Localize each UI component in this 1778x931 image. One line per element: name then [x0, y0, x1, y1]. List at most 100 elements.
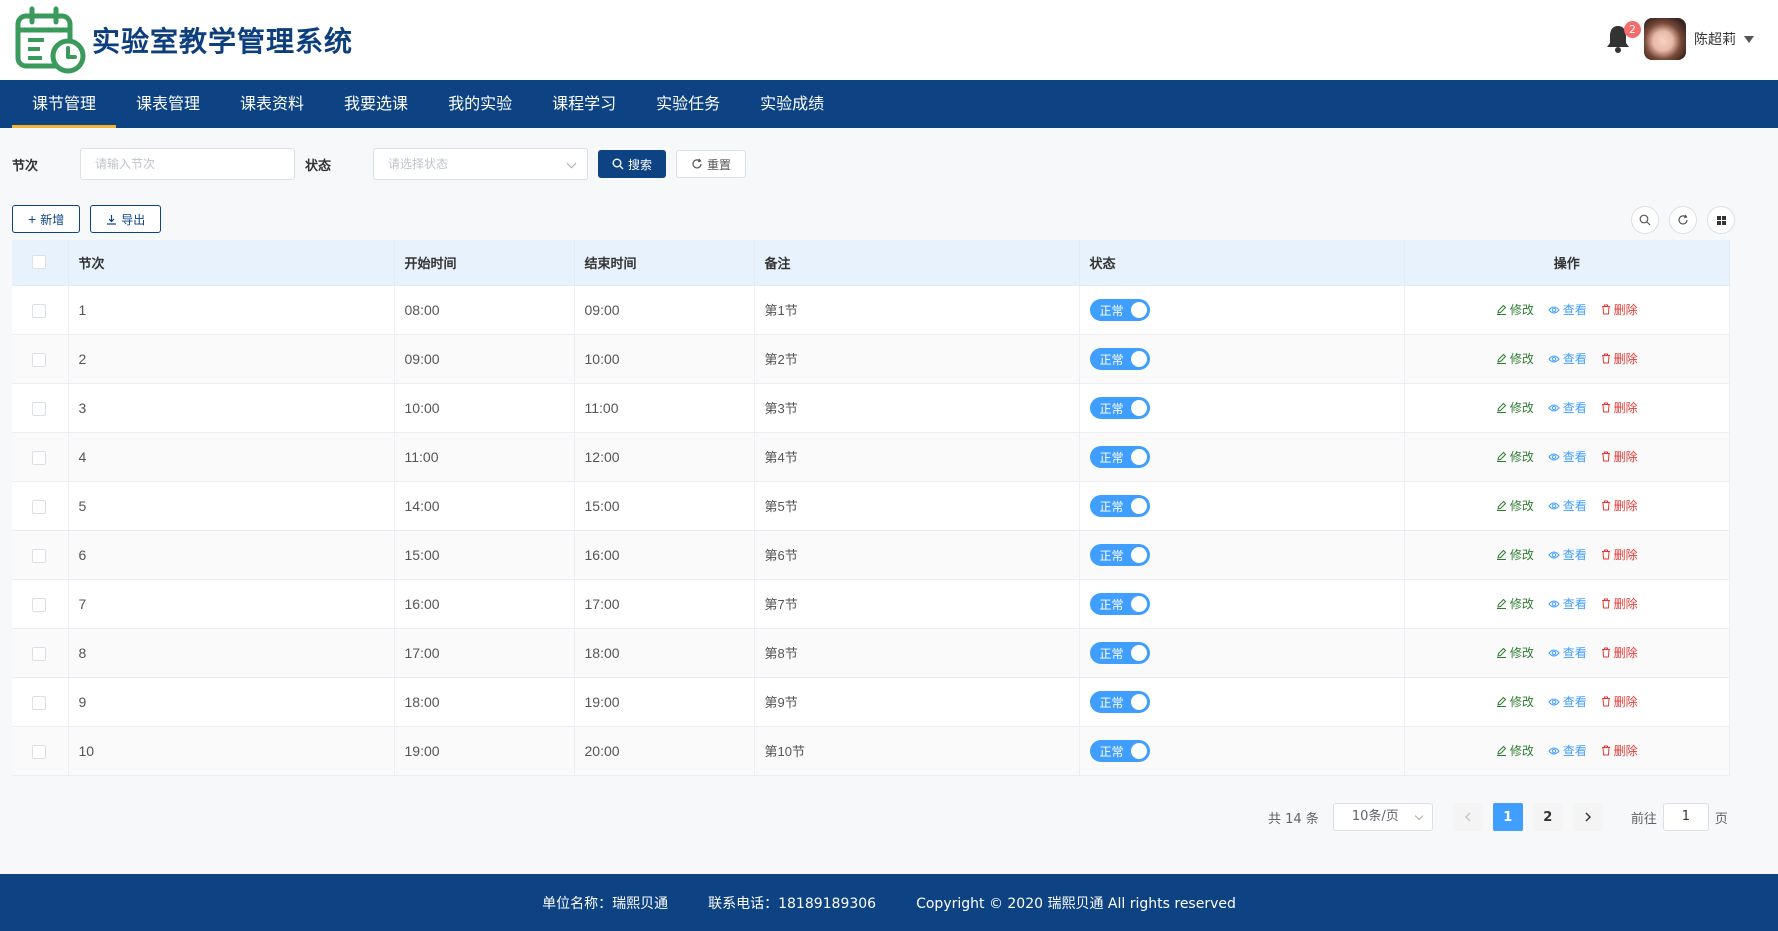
status-toggle[interactable]: 正常 — [1089, 396, 1150, 419]
main-nav: 课节管理 课表管理 课表资料 我要选课 我的实验 课程学习 实验任务 实验成绩 — [0, 80, 1778, 128]
cell-end: 12:00 — [574, 432, 755, 482]
edit-button[interactable]: 修改 — [1496, 546, 1534, 563]
toggle-knob — [1130, 350, 1147, 367]
status-toggle[interactable]: 正常 — [1089, 641, 1150, 664]
row-checkbox[interactable] — [32, 352, 46, 367]
edit-button[interactable]: 修改 — [1496, 742, 1534, 759]
status-toggle[interactable]: 正常 — [1089, 739, 1150, 762]
notification-badge: 2 — [1624, 21, 1641, 38]
notification-button[interactable]: 2 — [1604, 21, 1641, 55]
delete-button[interactable]: 删除 — [1601, 644, 1638, 661]
view-label: 查看 — [1562, 744, 1587, 759]
nav-item-schedule-management[interactable]: 课表管理 — [116, 80, 220, 128]
status-toggle[interactable]: 正常 — [1089, 690, 1150, 713]
row-checkbox[interactable] — [32, 597, 46, 612]
trash-icon — [1601, 500, 1610, 511]
status-toggle[interactable]: 正常 — [1089, 298, 1150, 321]
cell-status: 正常 — [1079, 726, 1405, 776]
cell-section: 7 — [68, 579, 395, 629]
row-checkbox[interactable] — [32, 401, 46, 416]
status-toggle[interactable]: 正常 — [1089, 347, 1150, 370]
row-checkbox[interactable] — [32, 695, 46, 710]
row-checkbox[interactable] — [32, 744, 46, 759]
delete-button[interactable]: 删除 — [1601, 350, 1638, 367]
avatar[interactable] — [1644, 18, 1686, 60]
add-button[interactable]: + 新增 — [12, 205, 81, 233]
nav-item-section-management[interactable]: 课节管理 — [12, 80, 117, 128]
status-toggle[interactable]: 正常 — [1089, 592, 1150, 615]
export-button[interactable]: 导出 — [90, 205, 162, 233]
delete-button[interactable]: 删除 — [1601, 693, 1638, 710]
status-toggle-label: 正常 — [1099, 597, 1124, 612]
section-input[interactable]: 请输入节次 — [80, 148, 295, 180]
view-button[interactable]: 查看 — [1548, 546, 1587, 563]
prev-page-button[interactable] — [1452, 803, 1483, 831]
nav-item-experiment-scores[interactable]: 实验成绩 — [740, 80, 844, 128]
status-toggle[interactable]: 正常 — [1089, 445, 1150, 468]
edit-button[interactable]: 修改 — [1496, 644, 1534, 661]
search-button[interactable]: 搜索 — [598, 150, 667, 178]
view-button[interactable]: 查看 — [1548, 595, 1587, 612]
toggle-search-button[interactable] — [1631, 206, 1659, 234]
user-area: 2 陈超莉 — [1604, 18, 1754, 60]
next-page-button[interactable] — [1572, 803, 1603, 831]
delete-button[interactable]: 删除 — [1601, 399, 1638, 416]
view-button[interactable]: 查看 — [1548, 301, 1587, 318]
status-toggle-label: 正常 — [1099, 744, 1124, 759]
nav-item-course-selection[interactable]: 我要选课 — [324, 80, 428, 128]
nav-item-my-experiments[interactable]: 我的实验 — [428, 80, 532, 128]
trash-icon — [1601, 598, 1610, 609]
toggle-knob — [1130, 742, 1147, 759]
edit-button[interactable]: 修改 — [1496, 595, 1534, 612]
nav-item-experiment-tasks[interactable]: 实验任务 — [636, 80, 740, 128]
edit-button[interactable]: 修改 — [1496, 448, 1534, 465]
edit-button[interactable]: 修改 — [1496, 301, 1534, 318]
view-button[interactable]: 查看 — [1548, 644, 1587, 661]
view-button[interactable]: 查看 — [1548, 448, 1587, 465]
toggle-knob — [1130, 595, 1147, 612]
status-select[interactable]: 请选择状态 — [373, 148, 588, 180]
row-checkbox[interactable] — [32, 303, 46, 318]
page-button-2[interactable]: 2 — [1532, 803, 1563, 831]
row-checkbox[interactable] — [32, 499, 46, 514]
edit-button[interactable]: 修改 — [1496, 693, 1534, 710]
eye-icon — [1548, 600, 1560, 608]
delete-button[interactable]: 删除 — [1601, 448, 1638, 465]
reset-button[interactable]: 重置 — [676, 150, 747, 178]
view-button[interactable]: 查看 — [1548, 742, 1587, 759]
nav-item-course-learning[interactable]: 课程学习 — [532, 80, 636, 128]
columns-button[interactable] — [1707, 206, 1735, 234]
status-toggle[interactable]: 正常 — [1089, 543, 1150, 566]
eye-icon — [1548, 649, 1560, 657]
delete-button[interactable]: 删除 — [1601, 497, 1638, 514]
delete-button[interactable]: 删除 — [1601, 595, 1638, 612]
page-button-1[interactable]: 1 — [1492, 803, 1523, 831]
status-toggle[interactable]: 正常 — [1089, 494, 1150, 517]
view-button[interactable]: 查看 — [1548, 497, 1587, 514]
table-header-row: 节次 开始时间 结束时间 备注 状态 操作 — [12, 240, 1730, 286]
cell-section: 2 — [68, 334, 395, 384]
user-name[interactable]: 陈超莉 — [1694, 29, 1736, 49]
chevron-down-icon[interactable] — [1744, 35, 1754, 43]
page-size-select[interactable]: 10条/页 — [1332, 803, 1433, 831]
goto-page-input[interactable]: 1 — [1662, 803, 1709, 831]
view-button[interactable]: 查看 — [1548, 350, 1587, 367]
nav-item-schedule-materials[interactable]: 课表资料 — [220, 80, 324, 128]
row-checkbox[interactable] — [32, 646, 46, 661]
edit-button[interactable]: 修改 — [1496, 350, 1534, 367]
refresh-button[interactable] — [1669, 206, 1697, 234]
status-toggle-label: 正常 — [1099, 499, 1124, 514]
eye-icon — [1548, 404, 1560, 412]
row-checkbox[interactable] — [32, 450, 46, 465]
row-checkbox[interactable] — [32, 548, 46, 563]
delete-button[interactable]: 删除 — [1601, 742, 1638, 759]
delete-button[interactable]: 删除 — [1601, 301, 1638, 318]
trash-icon — [1601, 402, 1610, 413]
edit-button[interactable]: 修改 — [1496, 399, 1534, 416]
select-all-checkbox[interactable] — [32, 255, 46, 270]
view-button[interactable]: 查看 — [1548, 399, 1587, 416]
edit-button[interactable]: 修改 — [1496, 497, 1534, 514]
delete-button[interactable]: 删除 — [1601, 546, 1638, 563]
delete-label: 删除 — [1613, 694, 1638, 709]
view-button[interactable]: 查看 — [1548, 693, 1587, 710]
